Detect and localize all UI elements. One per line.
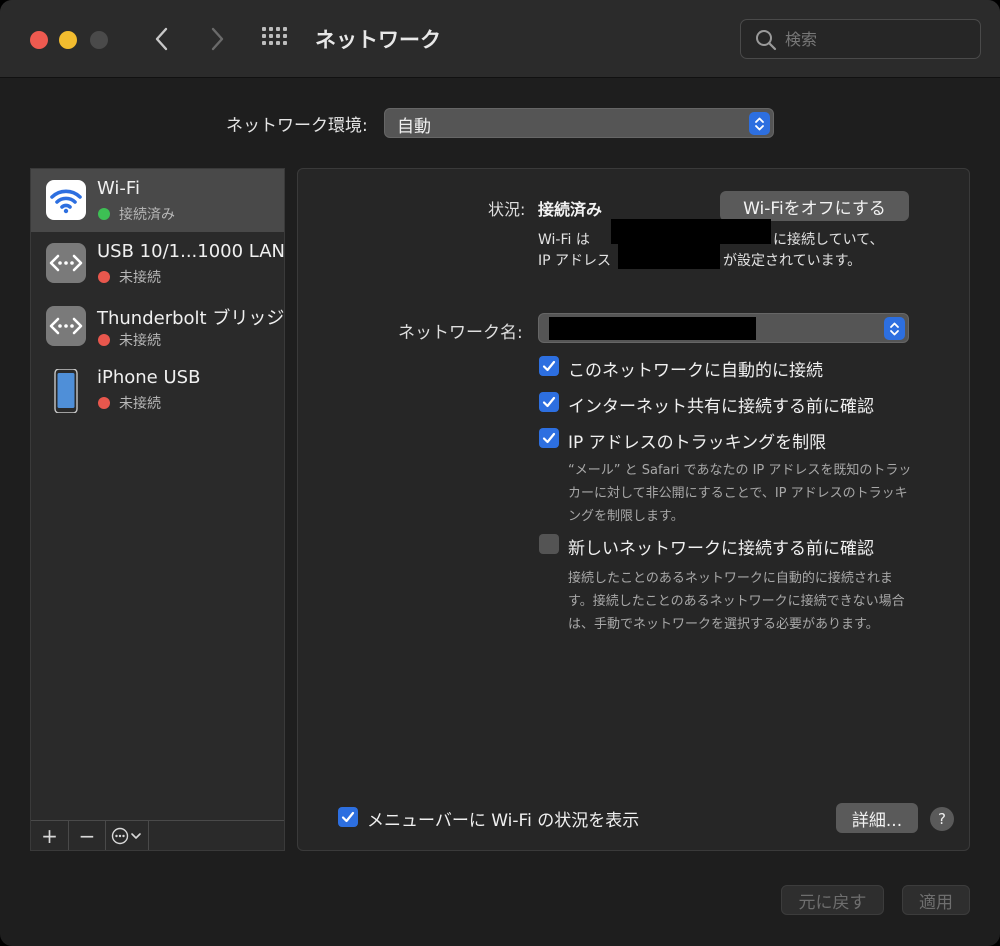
service-item-wifi[interactable]: Wi-Fi 接続済み	[31, 169, 284, 232]
help-button[interactable]: ?	[930, 807, 954, 831]
chevron-right-icon	[211, 27, 224, 51]
auto-join-label: このネットワークに自動的に接続	[568, 361, 823, 381]
limit-ip-tracking-checkbox[interactable]	[539, 428, 559, 448]
auto-join-checkbox[interactable]	[539, 356, 559, 376]
location-value: 自動	[397, 117, 431, 137]
ethernet-icon	[46, 243, 86, 283]
status-dot-disconnected	[98, 397, 110, 409]
wifi-icon	[46, 180, 86, 220]
status-dot-disconnected	[98, 271, 110, 283]
updown-chevron-icon	[749, 112, 770, 135]
remove-service-button[interactable]: −	[69, 821, 106, 850]
back-button[interactable]	[146, 22, 176, 56]
service-status: 接続済み	[119, 207, 175, 223]
status-dot-connected	[98, 208, 110, 220]
service-name: Thunderbolt ブリッジ	[97, 308, 285, 329]
show-all-grid-icon[interactable]	[262, 27, 292, 51]
close-button[interactable]	[30, 31, 48, 49]
redacted-ssid	[549, 317, 756, 340]
action-menu-button[interactable]	[106, 821, 149, 850]
status-value: 接続済み	[538, 200, 603, 219]
service-status: 未接続	[119, 396, 161, 412]
ask-new-networks-label: 新しいネットワークに接続する前に確認	[568, 539, 874, 559]
service-list: Wi-Fi 接続済み USB 10/1...1000 LAN 未接続 Thund…	[30, 168, 285, 851]
search-field[interactable]	[740, 19, 981, 59]
service-status: 未接続	[119, 333, 161, 349]
forward-button[interactable]	[203, 22, 233, 56]
location-label: ネットワーク環境:	[226, 116, 368, 136]
iphone-icon	[46, 368, 86, 414]
apply-button[interactable]: 適用	[902, 885, 970, 915]
plus-icon: +	[41, 823, 58, 848]
redacted-ip-address	[618, 244, 720, 269]
show-wifi-in-menubar-label: メニューバーに Wi-Fi の状況を表示	[367, 811, 640, 831]
service-name: Wi-Fi	[97, 178, 140, 199]
network-preferences-window: ネットワーク ネットワーク環境: 自動 Wi-Fi 接続済み	[0, 0, 1000, 946]
connection-info-suffix: に接続していて、	[773, 232, 884, 248]
search-input[interactable]	[785, 28, 965, 50]
service-name: USB 10/1...1000 LAN	[97, 241, 286, 262]
limit-ip-tracking-description: “メール” と Safari であなたの IP アドレスを既知のトラッ カーに対…	[568, 463, 912, 524]
checkmark-icon	[341, 811, 355, 823]
zoom-button[interactable]	[90, 31, 108, 49]
show-wifi-in-menubar-checkbox[interactable]	[338, 807, 358, 827]
revert-button[interactable]: 元に戻す	[781, 885, 884, 915]
ethernet-icon	[46, 306, 86, 346]
search-icon	[756, 30, 777, 51]
limit-ip-tracking-label: IP アドレスのトラッキングを制限	[568, 433, 827, 453]
ask-hotspot-label: インターネット共有に接続する前に確認	[568, 397, 874, 417]
status-dot-disconnected	[98, 334, 110, 346]
checkmark-icon	[542, 432, 556, 444]
checkmark-icon	[542, 396, 556, 408]
service-name: iPhone USB	[97, 367, 201, 388]
more-options-icon	[111, 827, 141, 844]
add-service-button[interactable]: +	[31, 821, 69, 850]
service-item-usb-lan[interactable]: USB 10/1...1000 LAN 未接続	[31, 232, 286, 295]
connection-info-prefix: Wi-Fi は	[538, 232, 590, 248]
turn-wifi-off-button[interactable]: Wi-Fiをオフにする	[720, 191, 909, 221]
minimize-button[interactable]	[59, 31, 77, 49]
location-popup[interactable]: 自動	[384, 108, 774, 138]
minus-icon: −	[78, 823, 96, 848]
advanced-button[interactable]: 詳細...	[836, 803, 918, 833]
network-name-label: ネットワーク名:	[398, 323, 523, 343]
checkmark-icon	[542, 360, 556, 372]
ask-hotspot-checkbox[interactable]	[539, 392, 559, 412]
ip-info-suffix: が設定されています。	[723, 253, 862, 269]
chevron-left-icon	[155, 27, 168, 51]
titlebar: ネットワーク	[0, 0, 1000, 78]
service-status: 未接続	[119, 270, 161, 286]
service-item-iphone-usb[interactable]: iPhone USB 未接続	[31, 358, 284, 421]
ask-new-networks-description: 接続したことのあるネットワークに自動的に接続されま す。接続したことのあるネット…	[568, 571, 905, 632]
service-item-thunderbolt-bridge[interactable]: Thunderbolt ブリッジ 未接続	[31, 295, 284, 358]
network-name-popup[interactable]	[538, 313, 909, 343]
updown-chevron-icon	[884, 317, 905, 340]
service-list-toolbar: + −	[31, 820, 284, 850]
ip-info-prefix: IP アドレス	[538, 253, 612, 269]
ask-new-networks-checkbox[interactable]	[539, 534, 559, 554]
detail-panel: 状況: 接続済み Wi-Fiをオフにする Wi-Fi は に接続していて、 IP…	[297, 168, 970, 851]
status-label: 状況:	[488, 200, 526, 219]
redacted-network-name	[611, 219, 771, 244]
window-title: ネットワーク	[315, 28, 441, 52]
